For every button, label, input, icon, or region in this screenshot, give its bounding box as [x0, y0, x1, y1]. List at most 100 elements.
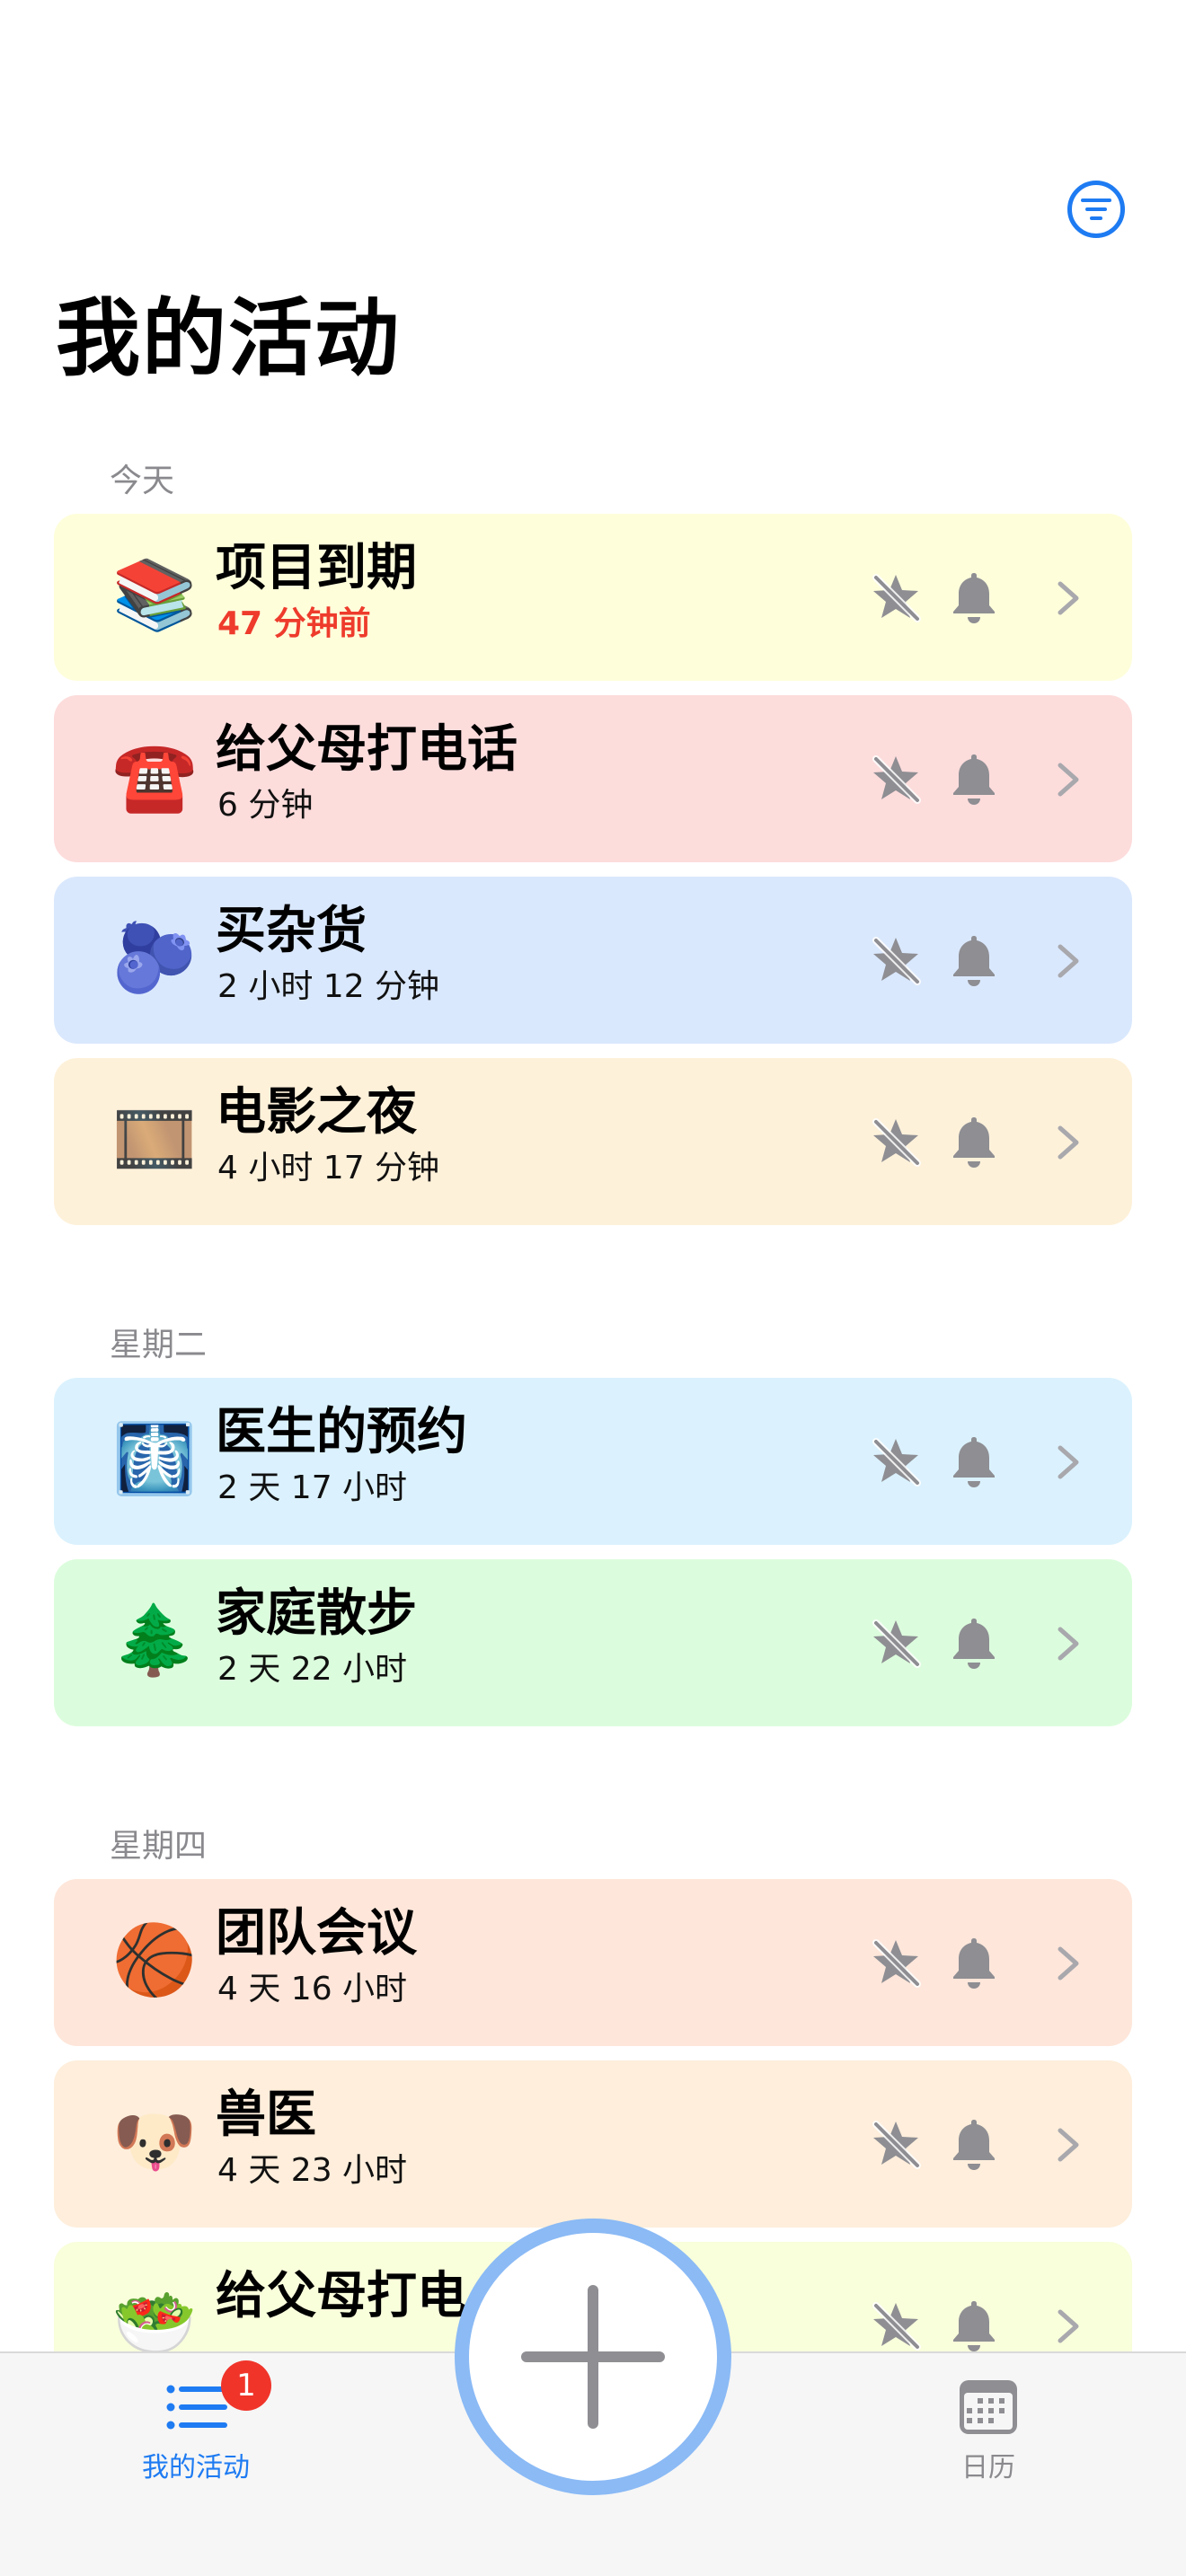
activity-row[interactable]: 🎞️ 电影之夜 4 小时 17 分钟 — [54, 1058, 1132, 1225]
row-disclosure[interactable] — [1055, 2307, 1082, 2346]
reminder-button[interactable] — [949, 932, 999, 988]
activity-emoji: 📚 — [111, 554, 198, 634]
row-disclosure[interactable] — [1055, 1944, 1082, 1983]
favorite-toggle-button[interactable] — [868, 569, 924, 625]
activity-title: 团队会议 — [216, 1904, 417, 1963]
section-header: 星期二 — [110, 1327, 208, 1363]
reminder-button[interactable] — [949, 1114, 999, 1169]
row-disclosure[interactable] — [1055, 1442, 1082, 1482]
star-slash-icon — [872, 1118, 921, 1167]
activity-title: 项目到期 — [216, 539, 417, 597]
activity-time-remaining: 4 小时 17 分钟 — [217, 1150, 440, 1187]
reminder-button[interactable] — [949, 1935, 999, 1990]
activity-time-remaining: 4 天 23 小时 — [217, 2152, 408, 2189]
section-header: 今天 — [110, 463, 175, 499]
activity-emoji: 🏀 — [111, 1919, 198, 1999]
favorite-toggle-button[interactable] — [868, 932, 924, 988]
add-activity-button[interactable] — [455, 2219, 731, 2495]
plus-icon — [521, 2285, 665, 2429]
bell-icon — [953, 1117, 995, 1168]
activity-emoji: 🫐 — [111, 917, 198, 997]
chevron-right-icon — [1058, 763, 1079, 797]
chevron-right-icon — [1058, 581, 1079, 615]
favorite-toggle-button[interactable] — [868, 2116, 924, 2172]
tab-label-my-activities: 我的活动 — [142, 2452, 250, 2483]
activity-row[interactable]: 📚 项目到期 47 分钟前 — [54, 514, 1132, 681]
favorite-toggle-button[interactable] — [868, 1935, 924, 1990]
reminder-button[interactable] — [949, 2116, 999, 2172]
row-disclosure[interactable] — [1055, 1123, 1082, 1162]
activity-title: 给父母打电 — [216, 2267, 467, 2325]
row-disclosure[interactable] — [1055, 578, 1082, 618]
favorite-toggle-button[interactable] — [868, 751, 924, 807]
activity-emoji: 🩻 — [111, 1418, 198, 1498]
favorite-toggle-button[interactable] — [868, 2298, 924, 2353]
chevron-right-icon — [1058, 944, 1079, 978]
tab-label-calendar: 日历 — [961, 2452, 1015, 2483]
star-slash-icon — [872, 2302, 921, 2351]
activity-title: 电影之夜 — [216, 1083, 417, 1142]
star-slash-icon — [872, 755, 921, 804]
activity-emoji: 🎞️ — [111, 1098, 198, 1178]
notification-badge: 1 — [221, 2360, 271, 2411]
bell-icon — [953, 1938, 995, 1989]
tab-my-activities[interactable]: 1 我的活动 — [88, 2353, 304, 2488]
bell-icon — [953, 1437, 995, 1487]
chevron-right-icon — [1058, 1125, 1079, 1160]
row-disclosure[interactable] — [1055, 1624, 1082, 1663]
activity-time-remaining: 2 天 17 小时 — [217, 1469, 408, 1506]
bell-icon — [953, 936, 995, 986]
activity-row[interactable]: 🫐 买杂货 2 小时 12 分钟 — [54, 877, 1132, 1044]
reminder-button[interactable] — [949, 1434, 999, 1489]
list-icon — [166, 2385, 227, 2430]
chevron-right-icon — [1058, 1946, 1079, 1981]
bell-icon — [953, 754, 995, 805]
activity-emoji: 🌲 — [111, 1600, 198, 1680]
star-slash-icon — [872, 1438, 921, 1486]
activity-row[interactable]: 🐶 兽医 4 天 23 小时 — [54, 2060, 1132, 2228]
chevron-right-icon — [1058, 1445, 1079, 1479]
favorite-toggle-button[interactable] — [868, 1615, 924, 1671]
activity-title: 医生的预约 — [216, 1403, 467, 1461]
tab-calendar[interactable]: 日历 — [881, 2353, 1096, 2488]
bell-icon — [953, 1619, 995, 1669]
row-disclosure[interactable] — [1055, 941, 1082, 981]
favorite-toggle-button[interactable] — [868, 1114, 924, 1169]
favorite-toggle-button[interactable] — [868, 1434, 924, 1489]
activity-emoji: ☎️ — [111, 736, 198, 816]
section-header: 星期四 — [110, 1828, 208, 1865]
chevron-right-icon — [1058, 2309, 1079, 2343]
star-slash-icon — [872, 2121, 921, 2169]
activity-title: 买杂货 — [216, 902, 367, 960]
app-screen: 我的活动 今天 📚 项目到期 47 分钟前 ☎️ 给父母打电话 6 分钟 🫐 买… — [0, 0, 1186, 2576]
star-slash-icon — [872, 574, 921, 622]
chevron-right-icon — [1058, 1627, 1079, 1661]
activity-title: 家庭散步 — [216, 1584, 417, 1643]
activity-time-remaining: 2 小时 12 分钟 — [217, 968, 440, 1005]
star-slash-icon — [872, 1619, 921, 1668]
activity-time-remaining: 2 天 22 小时 — [217, 1651, 408, 1688]
activity-row[interactable]: 🩻 医生的预约 2 天 17 小时 — [54, 1378, 1132, 1545]
activity-time-remaining: 6 分钟 — [217, 787, 314, 824]
reminder-button[interactable] — [949, 569, 999, 625]
reminder-button[interactable] — [949, 2298, 999, 2353]
activity-time-remaining: 47 分钟前 — [217, 605, 371, 642]
activity-time-remaining: 4 天 16 小时 — [217, 1971, 408, 2007]
star-slash-icon — [872, 1939, 921, 1988]
row-disclosure[interactable] — [1055, 760, 1082, 799]
activity-row[interactable]: ☎️ 给父母打电话 6 分钟 — [54, 695, 1132, 862]
calendar-icon — [960, 2380, 1017, 2434]
page-title: 我的活动 — [56, 290, 402, 388]
reminder-button[interactable] — [949, 1615, 999, 1671]
bell-icon — [953, 573, 995, 623]
activity-row[interactable]: 🌲 家庭散步 2 天 22 小时 — [54, 1559, 1132, 1726]
filter-list-icon — [1081, 198, 1111, 220]
activity-title: 兽医 — [216, 2086, 316, 2144]
row-disclosure[interactable] — [1055, 2125, 1082, 2165]
filter-button[interactable] — [1067, 181, 1125, 238]
chevron-right-icon — [1058, 2128, 1079, 2162]
bell-icon — [953, 2120, 995, 2170]
activity-row[interactable]: 🏀 团队会议 4 天 16 小时 — [54, 1879, 1132, 2046]
star-slash-icon — [872, 937, 921, 985]
reminder-button[interactable] — [949, 751, 999, 807]
